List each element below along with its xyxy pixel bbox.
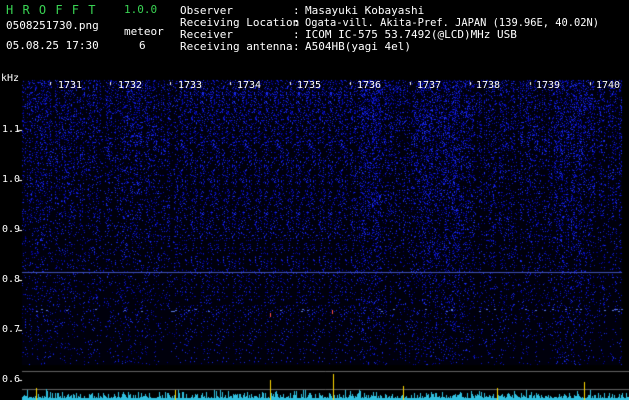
- y-tick-label: 1.1: [2, 124, 21, 135]
- minute-label: 1733: [178, 80, 203, 91]
- spectrogram-canvas: [0, 0, 629, 400]
- antenna-separator: :: [293, 40, 300, 53]
- minute-label: 1734: [237, 80, 262, 91]
- minute-label: 1736: [357, 80, 382, 91]
- app-version: 1.0.0: [124, 3, 158, 16]
- file-name: 0508251730.png: [6, 19, 99, 32]
- app-title: H R O F F T: [6, 3, 97, 17]
- minute-label: 1739: [536, 80, 561, 91]
- y-tick-label: 0.9: [2, 224, 21, 235]
- date-time: 05.08.25 17:30: [6, 39, 99, 52]
- minute-label: 1735: [297, 80, 322, 91]
- antenna-value: A504HB(yagi 4el): [305, 40, 411, 53]
- y-tick-label: 0.8: [2, 274, 21, 285]
- antenna-label: Receiving antenna: [180, 40, 293, 53]
- minute-label: 1737: [417, 80, 442, 91]
- minute-label: 1738: [476, 80, 501, 91]
- minute-label: 1731: [58, 80, 83, 91]
- y-axis-unit: kHz: [1, 73, 20, 84]
- observer-value: Masayuki Kobayashi: [305, 4, 425, 17]
- y-tick-label: 0.7: [2, 324, 21, 335]
- minute-label: 1732: [118, 80, 143, 91]
- y-tick-label: 1.0: [2, 174, 21, 185]
- y-tick-label: 0.6: [2, 374, 21, 385]
- minute-label: 1740: [596, 80, 621, 91]
- meteor-count: 6: [139, 39, 146, 52]
- meteor-label: meteor: [124, 25, 164, 38]
